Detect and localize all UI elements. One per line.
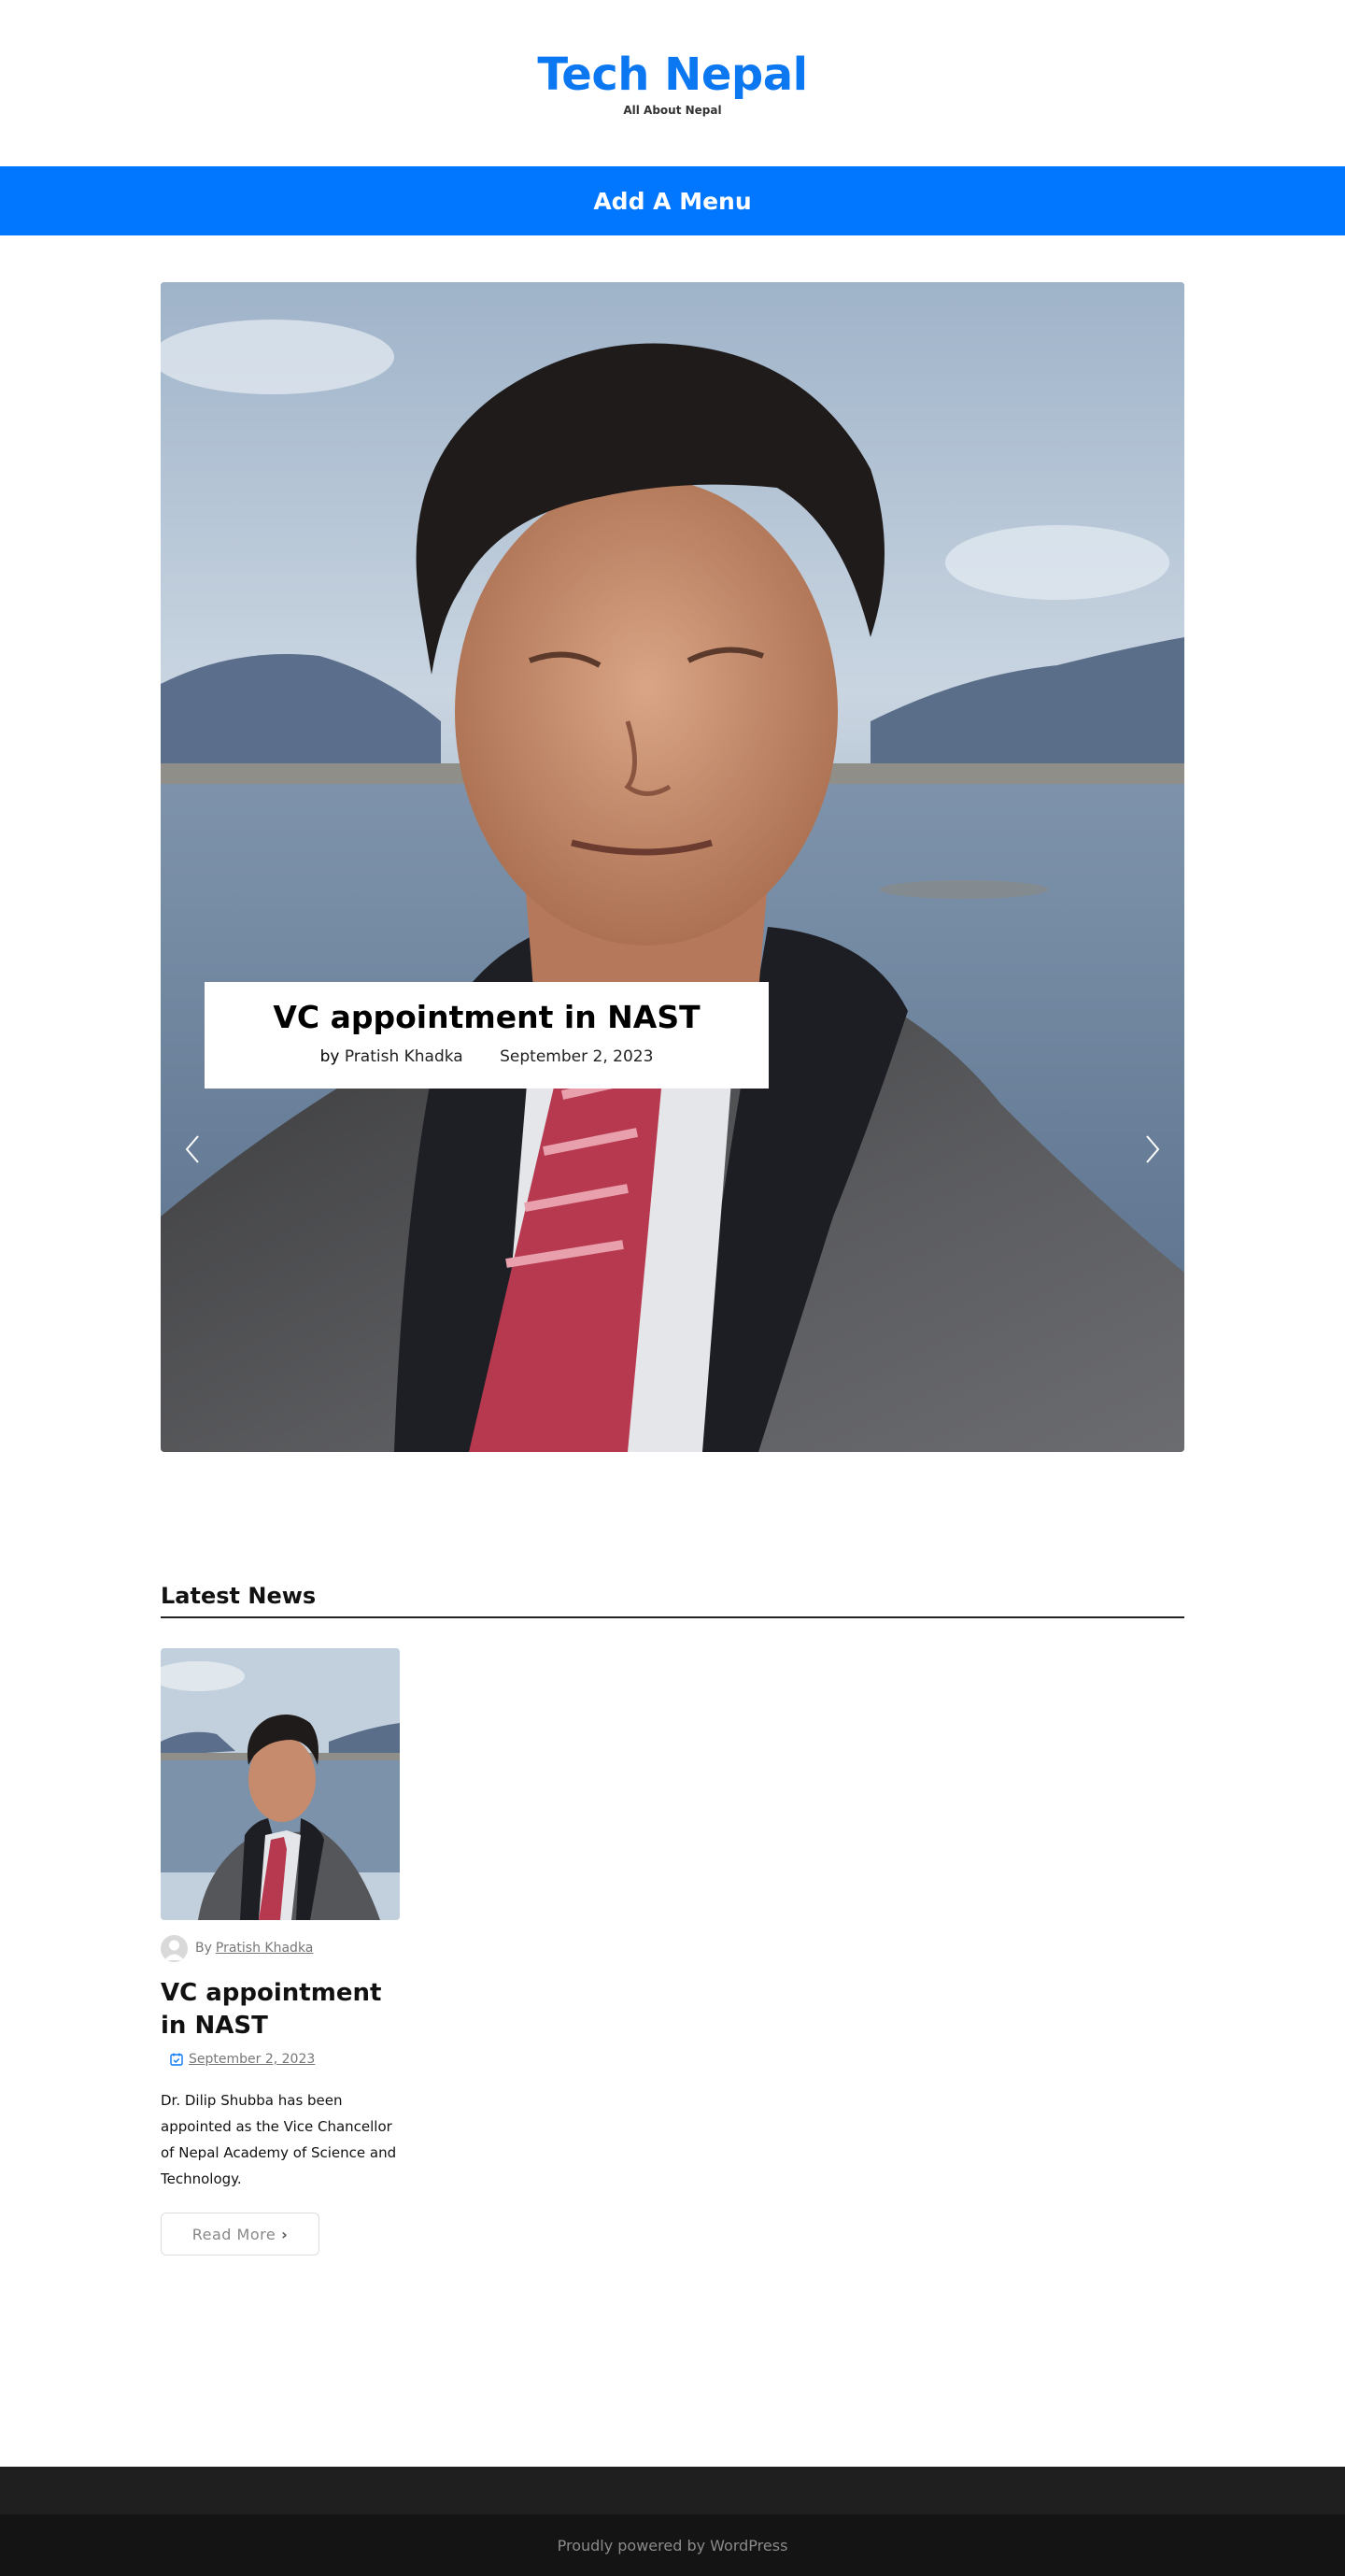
add-menu-link[interactable]: Add A Menu <box>593 188 751 215</box>
slide-caption: VC appointment in NAST by Pratish Khadka… <box>205 982 769 1089</box>
post-thumbnail[interactable] <box>161 1648 400 1920</box>
post-author-row: By Pratish Khadka <box>161 1934 313 1962</box>
site-header: Tech Nepal All About Nepal <box>0 0 1345 166</box>
slide-title[interactable]: VC appointment in NAST <box>205 997 769 1038</box>
chevron-left-icon <box>185 1135 199 1163</box>
read-more-label: Read More <box>191 2225 276 2243</box>
site-tagline: All About Nepal <box>623 104 722 117</box>
featured-slider: VC appointment in NAST by Pratish Khadka… <box>161 282 1184 1452</box>
chevron-right-icon: › <box>281 2225 289 2243</box>
latest-news-heading: Latest News <box>161 1583 317 1609</box>
post-date-link[interactable]: September 2, 2023 <box>189 2052 315 2067</box>
footer-credit-link[interactable]: Proudly powered by WordPress <box>558 2537 788 2555</box>
slide-author-link[interactable]: Pratish Khadka <box>345 1047 463 1066</box>
avatar <box>161 1934 188 1962</box>
site-title[interactable]: Tech Nepal <box>0 45 1345 105</box>
user-avatar-icon <box>164 1940 184 1960</box>
post-date-row: September 2, 2023 <box>170 2052 315 2067</box>
post-title[interactable]: VC appointment in NAST <box>161 1977 400 2042</box>
post-excerpt: Dr. Dilip Shubba has been appointed as t… <box>161 2092 397 2187</box>
slide-by-label: by <box>319 1047 340 1066</box>
slide-meta: by Pratish Khadka September 2, 2023 <box>205 1046 769 1068</box>
slider-prev-button[interactable] <box>174 1123 211 1175</box>
main-nav: Add A Menu <box>0 166 1345 235</box>
read-more-button[interactable]: Read More › <box>161 2213 319 2256</box>
post-by-label: By <box>195 1941 212 1956</box>
slide-photo[interactable] <box>161 282 1184 1452</box>
slider-next-button[interactable] <box>1134 1123 1171 1175</box>
calendar-icon <box>170 2053 183 2066</box>
footer-credit-bar: Proudly powered by WordPress <box>0 2514 1345 2576</box>
footer-widget-area <box>0 2467 1345 2514</box>
slide-date: September 2, 2023 <box>500 1047 654 1066</box>
section-divider <box>161 1616 1184 1618</box>
post-author-link[interactable]: Pratish Khadka <box>216 1941 314 1956</box>
chevron-right-icon <box>1146 1135 1160 1163</box>
